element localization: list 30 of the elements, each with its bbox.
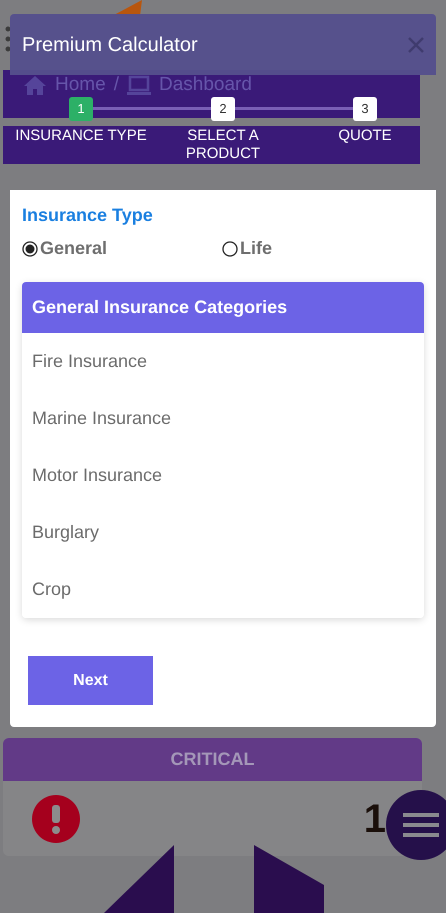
card-title: CRITICAL (3, 738, 422, 781)
category-item[interactable]: Fire Insurance (22, 333, 424, 390)
card-header: General Insurance Categories (22, 282, 424, 333)
triangle-shape (104, 845, 174, 913)
close-button[interactable] (408, 36, 424, 52)
triangle-shape (254, 845, 324, 913)
step-number[interactable]: 1 (69, 97, 93, 121)
laptop-icon (126, 74, 151, 96)
count-value: 1 (364, 796, 386, 842)
close-icon (408, 36, 424, 52)
alert-icon (31, 794, 81, 844)
home-icon (23, 74, 47, 96)
next-button[interactable]: Next (28, 656, 153, 705)
radio-option[interactable]: General (22, 235, 222, 262)
menu-icon (403, 811, 439, 839)
step-label: QUOTE (337, 127, 393, 145)
category-item[interactable]: Burglary (22, 504, 424, 561)
step-number[interactable]: 3 (353, 97, 377, 121)
category-item[interactable]: Motor Insurance (22, 447, 424, 504)
step-label: INSURANCE TYPE (14, 127, 148, 145)
more-icon[interactable] (5, 25, 11, 53)
menu-button[interactable] (386, 790, 446, 860)
step-label: SELECT A PRODUCT (184, 127, 262, 163)
category-item[interactable]: Crop (22, 561, 424, 618)
category-item[interactable]: Marine Insurance (22, 390, 424, 447)
step-number[interactable]: 2 (211, 97, 235, 121)
radio-option[interactable]: Life (222, 235, 422, 262)
breadcrumb-separator: / (114, 74, 119, 96)
modal-title: Premium Calculator (22, 32, 198, 58)
section-title: Insurance Type (22, 204, 154, 227)
